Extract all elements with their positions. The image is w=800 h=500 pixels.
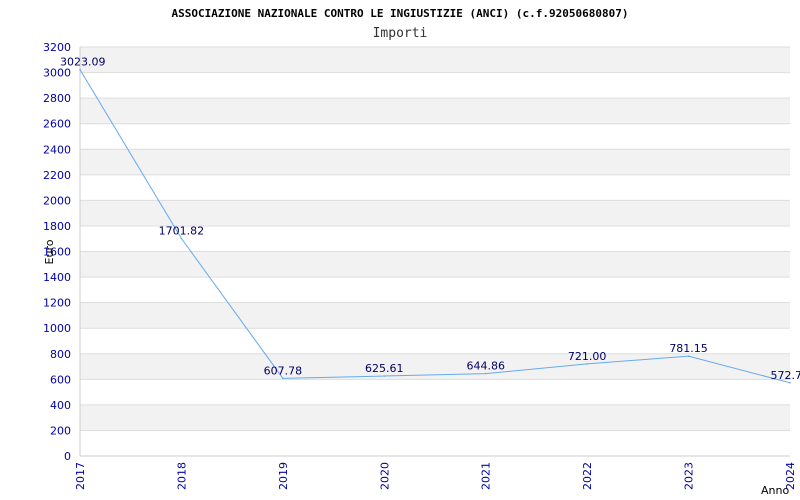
chart-title: ASSOCIAZIONE NAZIONALE CONTRO LE INGIUST… xyxy=(172,7,629,20)
data-point xyxy=(79,68,81,71)
data-label: 644.86 xyxy=(466,360,505,373)
grid-band xyxy=(80,404,790,431)
y-tick-label: 1000 xyxy=(43,322,71,335)
grid-band xyxy=(80,98,790,124)
y-tick-label: 1200 xyxy=(43,297,71,310)
x-tick-label: 2018 xyxy=(175,462,188,490)
data-label: 721.00 xyxy=(568,350,607,363)
x-tick-label: 2019 xyxy=(277,462,290,490)
data-point xyxy=(586,363,588,365)
x-tick-label: 2017 xyxy=(74,462,87,490)
y-tick-label: 2000 xyxy=(43,194,71,207)
data-point xyxy=(383,375,386,377)
y-tick-label: 2200 xyxy=(43,169,71,182)
grid-band xyxy=(80,430,790,456)
y-tick-label: 1400 xyxy=(43,271,71,284)
x-tick-label: 2022 xyxy=(581,462,594,490)
data-point xyxy=(180,237,183,240)
y-tick-label: 200 xyxy=(50,424,71,437)
y-tick-label: 400 xyxy=(50,399,71,412)
y-tick-label: 1800 xyxy=(43,220,71,233)
x-tick-label: 2023 xyxy=(683,462,696,490)
x-tick-labels: 2017 2018 2019 2020 2021 2022 2023 2024 xyxy=(74,462,797,490)
data-point xyxy=(282,377,284,380)
data-point xyxy=(484,372,487,375)
y-axis-label: Euro xyxy=(43,239,56,264)
grid-band xyxy=(80,72,790,99)
y-tick-label: 2800 xyxy=(43,92,71,105)
x-axis-label: Anno xyxy=(761,484,789,497)
data-label: 572.7 xyxy=(771,369,800,382)
grid-band xyxy=(80,251,790,278)
grid-band xyxy=(80,353,790,380)
grid-band xyxy=(80,174,790,201)
x-tick-label: 2021 xyxy=(480,462,493,490)
y-tick-label: 2600 xyxy=(43,118,71,131)
grid-band xyxy=(80,47,790,73)
grid-band xyxy=(80,123,790,150)
line-chart: ASSOCIAZIONE NAZIONALE CONTRO LE INGIUST… xyxy=(43,7,800,497)
y-tick-label: 0 xyxy=(64,450,71,463)
x-tick-label: 2020 xyxy=(378,462,391,490)
grid-band xyxy=(80,200,790,226)
data-label: 607.78 xyxy=(264,364,303,377)
chart-subtitle: Importi xyxy=(373,26,428,41)
grid-band xyxy=(80,277,790,303)
data-label: 781.15 xyxy=(669,342,708,355)
grid-band xyxy=(80,302,790,329)
data-label: 1701.82 xyxy=(159,224,205,237)
data-label: 625.61 xyxy=(365,362,404,375)
data-point xyxy=(687,355,690,357)
y-tick-label: 800 xyxy=(50,348,71,361)
grid-band xyxy=(80,149,790,175)
data-point xyxy=(789,382,791,384)
grid-band xyxy=(80,379,790,405)
data-label: 3023.09 xyxy=(60,56,106,69)
y-tick-label: 2400 xyxy=(43,143,71,156)
y-tick-label: 3200 xyxy=(43,41,71,54)
y-tick-label: 600 xyxy=(50,373,71,386)
